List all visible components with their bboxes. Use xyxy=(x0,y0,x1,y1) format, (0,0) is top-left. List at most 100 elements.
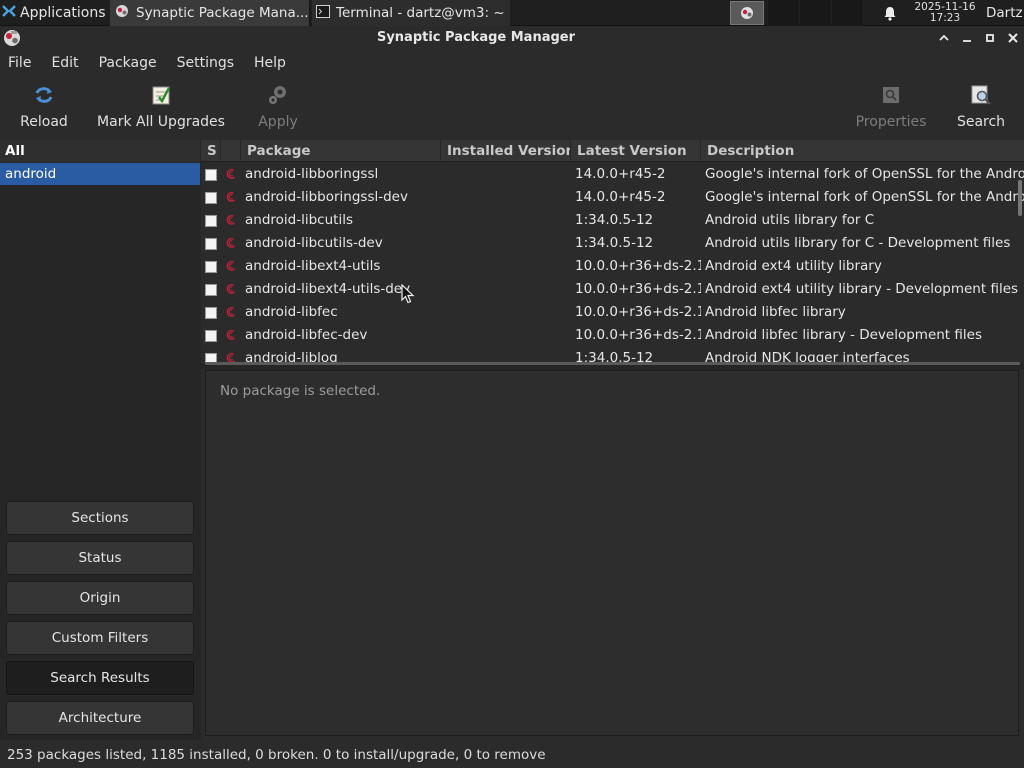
filter-item-android[interactable]: android xyxy=(0,163,200,185)
column-status[interactable]: S xyxy=(201,140,221,162)
status-button[interactable]: Status xyxy=(6,541,194,575)
package-name: android-libboringssl-dev xyxy=(245,189,408,205)
package-installed-version xyxy=(447,301,571,324)
package-name: android-libcutils xyxy=(245,212,353,228)
mouse-cursor-icon xyxy=(401,283,415,304)
origin-button[interactable]: Origin xyxy=(6,581,194,615)
minimize-icon xyxy=(963,40,971,42)
properties-label: Properties xyxy=(855,114,927,130)
menu-package[interactable]: Package xyxy=(99,55,157,71)
menu-settings[interactable]: Settings xyxy=(177,55,234,71)
restore-button[interactable] xyxy=(980,28,1000,48)
column-latest-version[interactable]: Latest Version xyxy=(571,140,701,162)
package-installed-version xyxy=(447,278,571,301)
mark-all-upgrades-button[interactable]: Mark All Upgrades xyxy=(97,82,225,136)
custom-filters-button[interactable]: Custom Filters xyxy=(6,621,194,655)
apply-label: Apply xyxy=(258,114,298,130)
taskbar-task-terminal[interactable]: Terminal - dartz@vm3: ~ xyxy=(312,0,510,26)
package-checkbox[interactable] xyxy=(205,238,217,250)
package-checkbox[interactable] xyxy=(205,284,217,296)
package-name: android-libfec xyxy=(245,304,338,320)
chevron-up-icon xyxy=(939,34,949,41)
package-checkbox[interactable] xyxy=(205,192,217,204)
architecture-button[interactable]: Architecture xyxy=(6,701,194,735)
filter-all[interactable]: All xyxy=(0,140,200,162)
package-list-scrollbar[interactable] xyxy=(1018,180,1022,216)
search-results-button[interactable]: Search Results xyxy=(6,661,194,695)
package-latest-version: 10.0.0+r36+ds-2.1 xyxy=(575,327,701,343)
minimize-button[interactable] xyxy=(957,28,977,48)
package-checkbox[interactable] xyxy=(205,330,217,342)
debian-swirl-icon xyxy=(224,236,238,250)
package-row[interactable]: android-libext4-utils 10.0.0+r36+ds-2.1 An… xyxy=(201,255,1024,278)
column-installed-version[interactable]: Installed Version xyxy=(441,140,571,162)
package-name: android-libfec-dev xyxy=(245,327,368,343)
maximize-button[interactable] xyxy=(934,28,954,48)
package-latest-version: 1:34.0.5-12 xyxy=(575,212,654,228)
package-list-hscrollbar[interactable] xyxy=(205,362,1020,365)
debian-swirl-icon xyxy=(224,328,238,342)
package-details-pane: No package is selected. xyxy=(205,370,1019,736)
reload-label: Reload xyxy=(20,114,68,130)
menu-edit[interactable]: Edit xyxy=(51,55,78,71)
column-description[interactable]: Description xyxy=(701,140,1024,162)
apply-button[interactable]: Apply xyxy=(250,82,306,136)
package-description: Google's internal fork of OpenSSL for th… xyxy=(705,166,1024,182)
synaptic-task-icon xyxy=(114,3,130,23)
package-latest-version: 10.0.0+r36+ds-2.1 xyxy=(575,304,701,320)
package-description: Google's internal fork of OpenSSL for th… xyxy=(705,189,1024,205)
taskbar: Applications Synaptic Package Mana... Te… xyxy=(0,0,1024,26)
package-installed-version xyxy=(447,186,571,209)
workspace-2[interactable] xyxy=(800,0,830,26)
column-support-icon[interactable] xyxy=(221,140,241,162)
reload-icon xyxy=(31,82,57,108)
package-installed-version xyxy=(447,209,571,232)
search-icon xyxy=(968,82,994,108)
applications-icon xyxy=(2,4,16,22)
workspace-1[interactable] xyxy=(768,0,798,26)
close-button[interactable] xyxy=(1003,28,1023,48)
clock-time: 17:23 xyxy=(929,12,961,24)
filter-panel: All android Sections Status Origin Custo… xyxy=(0,140,201,740)
window-titlebar[interactable]: Synaptic Package Manager xyxy=(0,26,1024,50)
properties-button[interactable]: Properties xyxy=(852,82,930,136)
debian-swirl-icon xyxy=(224,282,238,296)
package-latest-version: 10.0.0+r36+ds-2.1 xyxy=(575,281,701,297)
package-name: android-libcutils-dev xyxy=(245,235,383,251)
package-row[interactable]: android-libcutils-dev 1:34.0.5-12 Android … xyxy=(201,232,1024,255)
package-row[interactable]: android-libcutils 1:34.0.5-12 Android util… xyxy=(201,209,1024,232)
tray-synaptic-icon[interactable] xyxy=(730,1,764,25)
package-list-header: S Package Installed Version Latest Versi… xyxy=(201,140,1024,162)
window-title: Synaptic Package Manager xyxy=(376,30,576,45)
package-row[interactable]: android-libboringssl 14.0.0+r45-2 Google's… xyxy=(201,163,1024,186)
menu-help[interactable]: Help xyxy=(254,55,286,71)
package-row[interactable]: android-libext4-utils-dev 10.0.0+r36+ds-2… xyxy=(201,278,1024,301)
search-label: Search xyxy=(956,114,1006,130)
package-checkbox[interactable] xyxy=(205,261,217,273)
package-checkbox[interactable] xyxy=(205,169,217,181)
package-installed-version xyxy=(447,232,571,255)
clock[interactable]: 2025-11-16 17:23 xyxy=(908,0,982,26)
taskbar-task-synaptic[interactable]: Synaptic Package Mana... xyxy=(110,0,310,26)
user-menu[interactable]: Dartz xyxy=(986,0,1024,26)
package-installed-version xyxy=(447,324,571,347)
package-row[interactable]: android-libfec-dev 10.0.0+r36+ds-2.1 Andro… xyxy=(201,324,1024,347)
reload-button[interactable]: Reload xyxy=(14,82,74,136)
package-description: Android libfec library xyxy=(705,304,846,320)
package-installed-version xyxy=(447,255,571,278)
package-row[interactable]: android-libfec 10.0.0+r36+ds-2.1 Android l… xyxy=(201,301,1024,324)
square-icon xyxy=(986,34,994,42)
taskbar-task-label: Terminal - dartz@vm3: ~ xyxy=(336,5,505,21)
workspace-3[interactable] xyxy=(832,0,862,26)
search-button[interactable]: Search xyxy=(952,82,1010,136)
package-list[interactable]: S Package Installed Version Latest Versi… xyxy=(201,140,1024,366)
package-row[interactable]: android-libboringssl-dev 14.0.0+r45-2 Goog… xyxy=(201,186,1024,209)
mark-upgrades-icon xyxy=(148,82,174,108)
notification-bell-icon[interactable] xyxy=(880,0,900,26)
sections-button[interactable]: Sections xyxy=(6,501,194,535)
column-package[interactable]: Package xyxy=(241,140,441,162)
applications-menu[interactable]: Applications xyxy=(0,0,110,26)
package-checkbox[interactable] xyxy=(205,215,217,227)
menu-file[interactable]: File xyxy=(8,55,31,71)
package-checkbox[interactable] xyxy=(205,307,217,319)
